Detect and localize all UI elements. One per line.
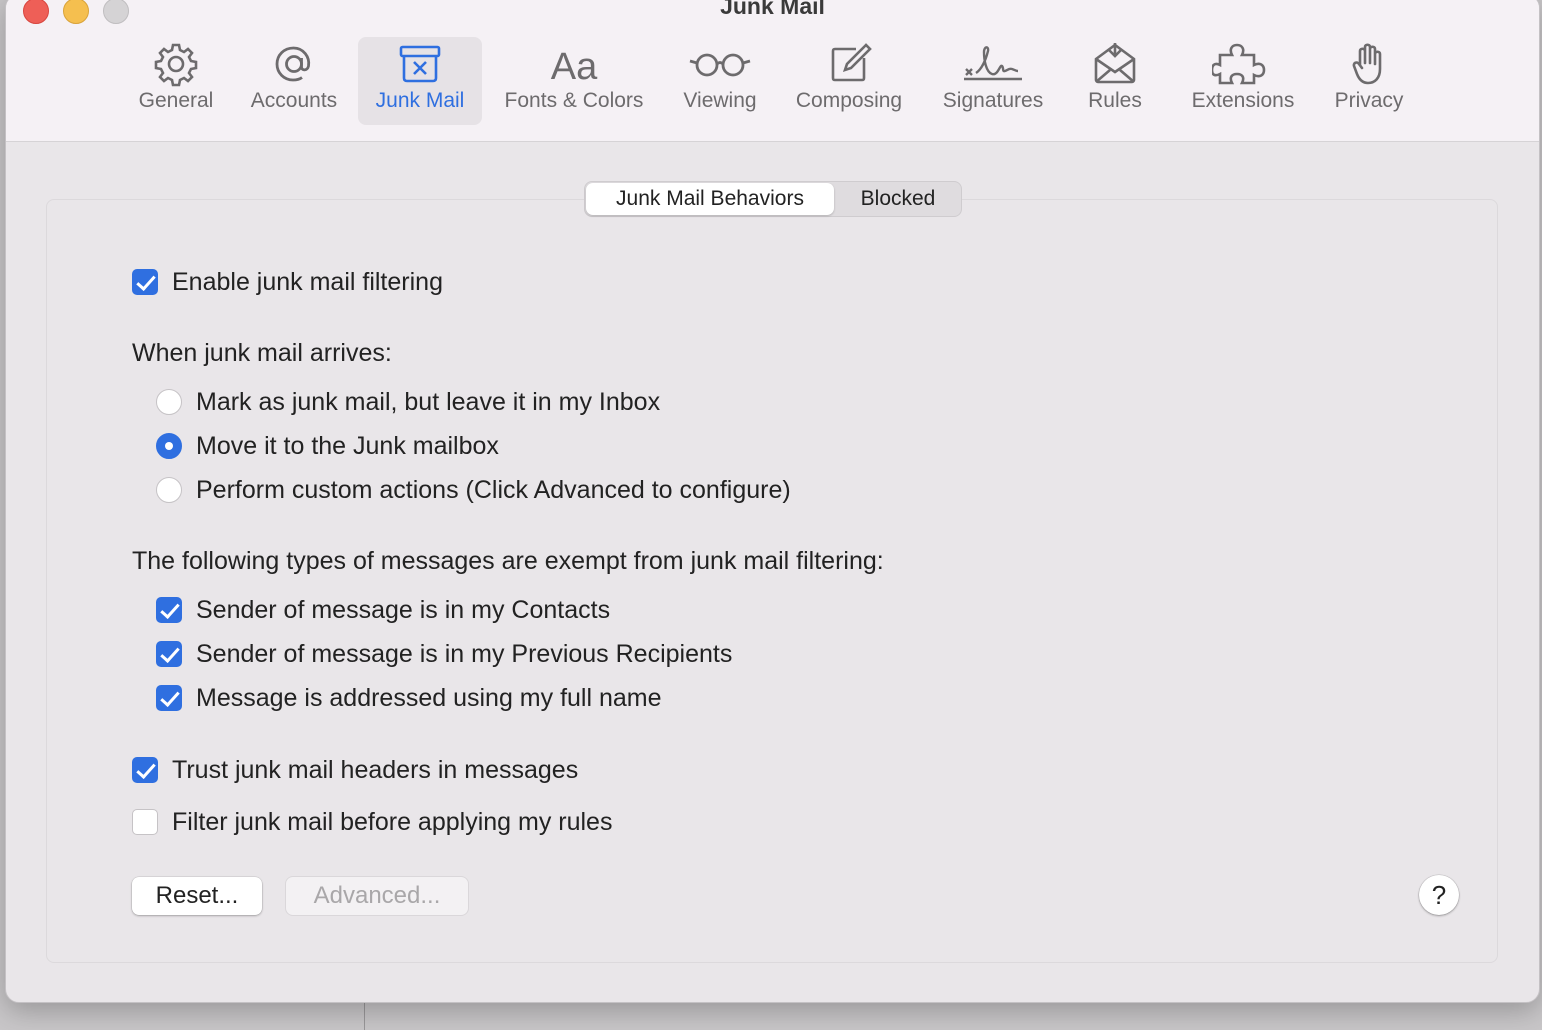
toolbar-label-accounts: Accounts [250,89,338,112]
arrival-option-custom-label: Perform custom actions (Click Advanced t… [196,476,791,504]
filter-before-rules-checkbox[interactable] [132,809,158,835]
enable-filtering-label: Enable junk mail filtering [172,268,443,296]
arrival-option-mark-radio[interactable] [156,389,182,415]
compose-icon [831,43,872,82]
glasses-icon [689,53,751,77]
gear-icon [154,43,198,87]
exempt-contacts-checkbox[interactable] [156,597,182,623]
filter-before-rules-label: Filter junk mail before applying my rule… [172,808,613,836]
exempt-heading: The following types of messages are exem… [132,547,884,575]
arrival-heading: When junk mail arrives: [132,339,392,367]
preferences-window: Junk Mail General Accounts Junk Mail Aa … [5,0,1540,1003]
font-aa-icon: Aa [551,46,598,87]
enable-filtering-checkbox[interactable] [132,269,158,295]
exempt-previous-recipients-label: Sender of message is in my Previous Reci… [196,640,733,668]
toolbar-label-extensions: Extensions [1191,89,1295,112]
toolbar-label-privacy: Privacy [1334,89,1404,112]
puzzle-icon [1212,43,1266,85]
toolbar-item-general[interactable]: General [126,37,226,125]
junk-mail-tab-control: Junk Mail Behaviors Blocked [584,181,962,217]
background-window-edge [364,1000,365,1030]
junk-box-icon [399,45,441,83]
advanced-button[interactable]: Advanced... [286,877,468,915]
hand-icon [1352,43,1382,85]
help-button[interactable]: ? [1419,875,1459,915]
toolbar-item-junk-mail[interactable]: Junk Mail [358,37,482,125]
junk-mail-settings-panel [46,199,1498,963]
toolbar-label-signatures: Signatures [942,89,1044,112]
svg-text:Aa: Aa [551,46,598,87]
toolbar-item-viewing[interactable]: Viewing [670,37,770,125]
exempt-previous-recipients-checkbox[interactable] [156,641,182,667]
toolbar-item-extensions[interactable]: Extensions [1178,37,1308,125]
trust-headers-checkbox[interactable] [132,757,158,783]
toolbar-item-accounts[interactable]: Accounts [244,37,344,125]
toolbar-item-signatures[interactable]: Signatures [932,37,1054,125]
exempt-full-name-checkbox[interactable] [156,685,182,711]
tab-blocked[interactable]: Blocked [837,182,959,216]
arrival-option-move-radio[interactable] [156,433,182,459]
arrival-option-custom-radio[interactable] [156,477,182,503]
toolbar-item-rules[interactable]: Rules [1070,37,1160,125]
toolbar-label-junk-mail: Junk Mail [375,89,465,112]
arrival-option-mark-label: Mark as junk mail, but leave it in my In… [196,388,661,416]
toolbar-item-fonts-colors[interactable]: Aa Fonts & Colors [494,37,654,125]
signature-icon [964,46,1022,81]
trust-headers-label: Trust junk mail headers in messages [172,756,579,784]
toolbar-label-fonts-colors: Fonts & Colors [504,89,644,112]
toolbar-label-viewing: Viewing [683,89,757,112]
exempt-full-name-label: Message is addressed using my full name [196,684,662,712]
tab-junk-mail-behaviors[interactable]: Junk Mail Behaviors [586,183,834,215]
window-title: Junk Mail [720,0,825,19]
arrival-option-move-label: Move it to the Junk mailbox [196,432,499,460]
preferences-toolbar: Junk Mail General Accounts Junk Mail Aa … [6,0,1539,142]
exempt-contacts-label: Sender of message is in my Contacts [196,596,611,624]
reset-button[interactable]: Reset... [132,877,262,915]
toolbar-item-composing[interactable]: Composing [786,37,912,125]
toolbar-label-general: General [138,89,214,112]
at-sign-icon [275,46,311,82]
toolbar-label-composing: Composing [795,89,903,112]
toolbar-item-privacy[interactable]: Privacy [1324,37,1414,125]
envelope-rules-icon [1094,43,1136,84]
toolbar-label-rules: Rules [1088,89,1142,112]
